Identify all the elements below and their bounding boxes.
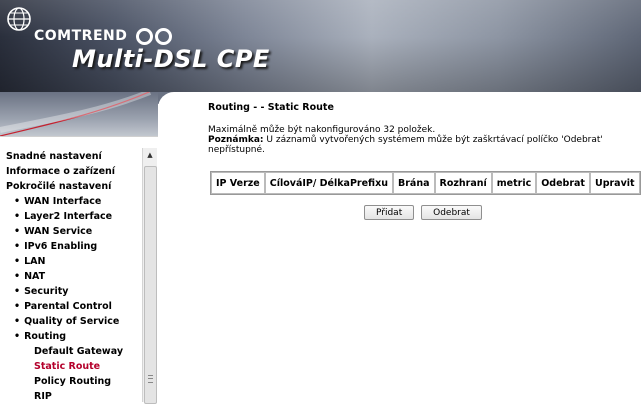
swoosh-decoration-icon (0, 92, 152, 136)
info-text: Maximálně může být nakonfigurováno 32 po… (208, 125, 628, 155)
note-text: Poznámka: U záznamů vytvořených systémem… (208, 135, 628, 155)
static-route-table: IP Verze CílováIP/ DélkaPrefixu Brána Ro… (210, 171, 641, 195)
sidebar-item-quality-of-service[interactable]: Quality of Service (6, 314, 142, 329)
sidebar-item-nat[interactable]: NAT (6, 269, 142, 284)
main-content: Routing - - Static Route Maximálně může … (208, 102, 628, 155)
sidebar-menu: Snadné nastavení Informace o zařízení Pokr… (6, 149, 142, 403)
sidebar-item-layer2-interface[interactable]: Layer2 Interface (6, 209, 142, 224)
left-decoration (0, 92, 158, 136)
globe-logo-icon (7, 7, 31, 31)
sidebar-item-static-route[interactable]: Static Route (6, 359, 142, 374)
sidebar-item-lan[interactable]: LAN (6, 254, 142, 269)
sidebar-item-parental-control[interactable]: Parental Control (6, 299, 142, 314)
remove-button[interactable]: Odebrat (421, 205, 482, 220)
note-label: Poznámka: (208, 135, 264, 145)
col-edit: Upravit (589, 172, 640, 194)
add-button[interactable]: Přidat (364, 205, 415, 220)
sidebar-item-wan-interface[interactable]: WAN Interface (6, 194, 142, 209)
brand-name: COMTREND (34, 28, 128, 44)
col-metric: metric (491, 172, 537, 194)
sidebar-item-wan-service[interactable]: WAN Service (6, 224, 142, 239)
sidebar-item-informace-o-za-zen-[interactable]: Informace o zařízení (6, 164, 142, 179)
sidebar-item-snadn-nastaven-[interactable]: Snadné nastavení (6, 149, 142, 164)
col-gateway: Brána (392, 172, 435, 194)
col-interface: Rozhraní (434, 172, 492, 194)
sidebar-item-rip[interactable]: RIP (6, 389, 142, 403)
sidebar-item-policy-routing[interactable]: Policy Routing (6, 374, 142, 389)
sidebar-item-security[interactable]: Security (6, 284, 142, 299)
page-title: Routing - - Static Route (208, 102, 334, 113)
scroll-up-arrow-icon[interactable]: ▲ (143, 148, 157, 162)
note-body: U záznamů vytvořených systémem může být … (208, 135, 603, 155)
content-corner (158, 92, 190, 116)
col-ip-version: IP Verze (211, 172, 265, 194)
scroll-thumb[interactable] (144, 166, 157, 404)
sidebar-item-routing[interactable]: Routing (6, 329, 142, 344)
action-buttons: Přidat Odebrat (364, 205, 486, 220)
col-remove: Odebrat (536, 172, 590, 194)
header-banner: COMTREND Multi-DSL CPE (0, 0, 641, 92)
sidebar-item-ipv6-enabling[interactable]: IPv6 Enabling (6, 239, 142, 254)
max-entries-text: Maximálně může být nakonfigurováno 32 po… (208, 125, 436, 135)
table-header-row: IP Verze CílováIP/ DélkaPrefixu Brána Ro… (211, 172, 640, 194)
grip-icon (148, 375, 153, 383)
sidebar: Snadné nastavení Informace o zařízení Pokr… (0, 136, 158, 403)
sidebar-scrollbar[interactable]: ▲ (142, 148, 157, 404)
sidebar-item-pokro-il-nastaven-[interactable]: Pokročilé nastavení (6, 179, 142, 194)
product-name: Multi-DSL CPE (72, 45, 270, 73)
col-destination-prefix: CílováIP/ DélkaPrefixu (264, 172, 393, 194)
sidebar-item-default-gateway[interactable]: Default Gateway (6, 344, 142, 359)
